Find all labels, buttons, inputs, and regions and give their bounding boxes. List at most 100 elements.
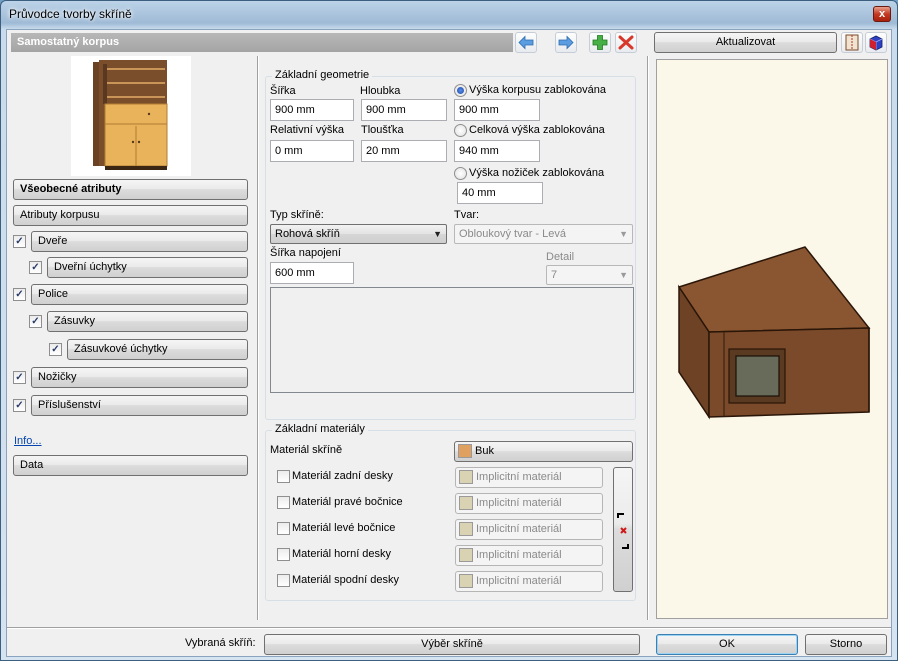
default-material-swatch <box>459 496 473 510</box>
shape-select[interactable]: Obloukový tvar - Levá ▼ <box>454 224 633 244</box>
window-title: Průvodce tvorby skříně <box>9 7 132 21</box>
doors-checkbox[interactable]: ✓ <box>13 235 26 248</box>
info-link[interactable]: Info... <box>14 435 42 447</box>
door-handles-checkbox[interactable]: ✓ <box>29 261 42 274</box>
right-side-material-value: Implicitní materiál <box>476 497 562 509</box>
bottom-panel-material-label: Materiál spodní desky <box>292 574 399 586</box>
top-panel-material-label: Materiál horní desky <box>292 548 392 560</box>
drawers-checkbox[interactable]: ✓ <box>29 315 42 328</box>
bottom-panel-material-button[interactable]: Implicitní materiál <box>455 571 603 592</box>
main-material-value: Buk <box>475 445 494 457</box>
main-material-swatch <box>458 444 472 458</box>
back-panel-material-value: Implicitní materiál <box>476 471 562 483</box>
legs-height-input[interactable]: 40 mm <box>457 182 543 204</box>
default-material-swatch <box>459 470 473 484</box>
default-material-swatch <box>459 522 473 536</box>
depth-label: Hloubka <box>360 85 401 97</box>
panel-title: Samostatný korpus <box>11 33 513 52</box>
detail-value: 7 <box>551 269 558 281</box>
detail-select[interactable]: 7 ▼ <box>546 265 633 285</box>
nav-door-handles[interactable]: Dveřní úchytky <box>47 257 248 278</box>
dropdown-arrow-icon: ▼ <box>619 229 628 239</box>
arrow-left-icon <box>518 35 534 50</box>
default-material-swatch <box>459 574 473 588</box>
right-side-material-checkbox[interactable] <box>277 496 290 509</box>
left-side-material-checkbox[interactable] <box>277 522 290 535</box>
width-input[interactable]: 900 mm <box>270 99 354 121</box>
cabinet-thumbnail-image <box>93 60 168 170</box>
back-panel-material-checkbox[interactable] <box>277 470 290 483</box>
nav-accessories[interactable]: Příslušenství <box>31 395 248 416</box>
nav-body-attributes[interactable]: Atributy korpusu <box>13 205 248 226</box>
reset-materials-button[interactable] <box>613 467 633 592</box>
cancel-button[interactable]: Storno <box>805 634 887 655</box>
back-panel-material-button[interactable]: Implicitní materiál <box>455 467 603 488</box>
relative-height-input[interactable]: 0 mm <box>270 140 354 162</box>
selected-cabinet-label: Vybraná skříň: <box>185 637 256 649</box>
close-button[interactable]: x <box>873 6 891 22</box>
cabinet-3d-model <box>677 246 871 420</box>
joint-width-label: Šířka napojení <box>270 247 341 259</box>
drawer-handles-checkbox[interactable]: ✓ <box>49 343 62 356</box>
total-height-input[interactable]: 940 mm <box>454 140 540 162</box>
legs-height-locked-radio[interactable] <box>454 167 467 180</box>
view-front-button[interactable] <box>841 32 863 53</box>
main-material-button[interactable]: Buk <box>454 441 633 462</box>
back-button[interactable] <box>515 32 537 53</box>
dropdown-arrow-icon: ▼ <box>619 270 628 280</box>
joint-width-input[interactable]: 600 mm <box>270 262 354 284</box>
legs-height-locked-label: Výška nožiček zablokována <box>469 167 605 179</box>
nav-general-attributes[interactable]: Všeobecné atributy <box>13 179 248 200</box>
nav-drawer-handles[interactable]: Zásuvkové úchytky <box>67 339 248 360</box>
right-divider <box>647 56 648 620</box>
materials-group-title: Základní materiály <box>272 423 368 435</box>
accessories-checkbox[interactable]: ✓ <box>13 399 26 412</box>
top-panel-material-value: Implicitní materiál <box>476 549 562 561</box>
total-height-locked-radio[interactable] <box>454 124 467 137</box>
bottom-panel-material-checkbox[interactable] <box>277 574 290 587</box>
body-height-locked-radio[interactable] <box>454 84 467 97</box>
relative-height-label: Relativní výška <box>270 124 344 136</box>
nav-legs[interactable]: Nožičky <box>31 367 248 388</box>
default-material-swatch <box>459 548 473 562</box>
data-button[interactable]: Data <box>13 455 248 476</box>
right-side-material-button[interactable]: Implicitní materiál <box>455 493 603 514</box>
view-3d-button[interactable] <box>865 32 887 53</box>
ok-button[interactable]: OK <box>656 634 798 655</box>
update-button[interactable]: Aktualizovat <box>654 32 837 53</box>
left-side-material-value: Implicitní materiál <box>476 523 562 535</box>
shape-preview-box <box>270 287 634 393</box>
top-panel-material-button[interactable]: Implicitní materiál <box>455 545 603 566</box>
shape-value: Obloukový tvar - Levá <box>459 228 566 240</box>
main-material-label: Materiál skříně <box>270 444 343 456</box>
cabinet-type-select[interactable]: Rohová skříň ▼ <box>270 224 447 244</box>
add-button[interactable] <box>589 32 611 53</box>
footer-separator <box>7 627 891 628</box>
left-side-material-button[interactable]: Implicitní materiál <box>455 519 603 540</box>
select-cabinet-button[interactable]: Výběr skříně <box>264 634 640 655</box>
legs-checkbox[interactable]: ✓ <box>13 371 26 384</box>
detail-label: Detail <box>546 251 575 263</box>
thickness-input[interactable]: 20 mm <box>361 140 447 162</box>
nav-drawers[interactable]: Zásuvky <box>47 311 248 332</box>
body-height-input[interactable]: 900 mm <box>454 99 540 121</box>
forward-button[interactable] <box>555 32 577 53</box>
shelves-checkbox[interactable]: ✓ <box>13 288 26 301</box>
title-bar[interactable]: Průvodce tvorby skříně x <box>1 1 897 29</box>
nav-shelves[interactable]: Police <box>31 284 248 305</box>
top-panel-material-checkbox[interactable] <box>277 548 290 561</box>
plus-icon <box>592 35 608 50</box>
delete-x-icon <box>618 35 634 50</box>
3d-preview[interactable] <box>656 59 888 619</box>
left-divider <box>257 56 258 620</box>
width-label: Šířka <box>270 85 296 97</box>
total-height-locked-label: Celková výška zablokována <box>469 124 605 136</box>
arrow-right-icon <box>558 35 574 50</box>
delete-button[interactable] <box>615 32 637 53</box>
depth-input[interactable]: 900 mm <box>361 99 447 121</box>
cabinet-thumbnail <box>71 56 191 176</box>
dialog-client: Samostatný korpus Aktualizovat Všeobecné… <box>6 29 892 657</box>
thickness-label: Tloušťka <box>361 124 404 136</box>
nav-doors[interactable]: Dveře <box>31 231 248 252</box>
reset-materials-icon <box>617 513 629 549</box>
